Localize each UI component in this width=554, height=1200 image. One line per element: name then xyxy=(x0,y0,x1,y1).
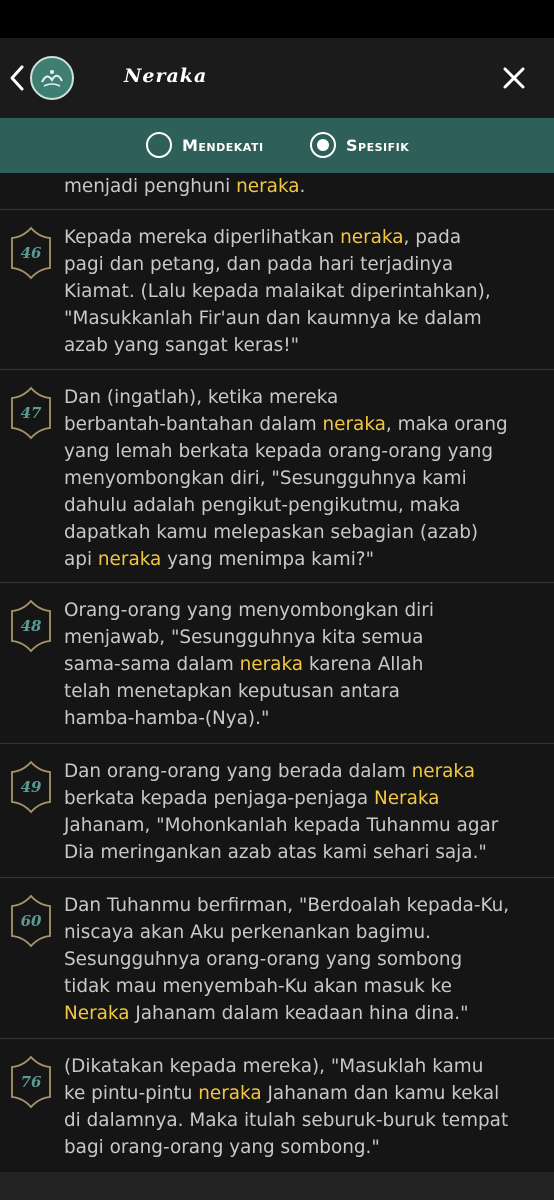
verse-text: Dan (ingatlah), ketika mereka berbantah-… xyxy=(64,387,508,570)
verse-text: menjadi penghuni neraka. xyxy=(64,176,306,197)
verse-number-badge: 49 xyxy=(6,759,56,815)
chevron-left-icon[interactable] xyxy=(6,62,30,94)
verse-number: 47 xyxy=(20,404,42,422)
radio-mendekati-label: Mendekati xyxy=(182,135,264,155)
verse-number: 49 xyxy=(20,778,42,796)
verse-text: Orang-orang yang menyombongkan diri menj… xyxy=(64,600,434,729)
verse-text: Dan Tuhanmu berfirman, "Berdoalah kepada… xyxy=(64,895,510,1024)
verse-number-badge: 76 xyxy=(6,1054,56,1110)
close-icon[interactable] xyxy=(502,66,526,90)
verse-item[interactable]: 76 (Dikatakan kepada mereka), "Masuklah … xyxy=(0,1039,554,1173)
page-title: Neraka xyxy=(124,65,208,87)
search-highlight: neraka xyxy=(322,414,386,435)
radio-spesifik[interactable]: Spesifik xyxy=(310,127,409,163)
verse-number: 48 xyxy=(20,617,42,635)
verse-list[interactable]: menjadi penghuni neraka. 46 Kepada merek… xyxy=(0,173,554,1173)
quran-logo-icon[interactable] xyxy=(30,56,74,100)
verse-item[interactable]: 60 Dan Tuhanmu berfirman, "Berdoalah kep… xyxy=(0,878,554,1039)
search-highlight: Neraka xyxy=(64,1003,130,1024)
search-mode-bar: Mendekati Spesifik xyxy=(0,118,554,173)
status-bar xyxy=(0,0,554,38)
verse-item[interactable]: 47 Dan (ingatlah), ketika mereka berbant… xyxy=(0,370,554,583)
bottom-bar xyxy=(0,1172,554,1200)
search-highlight: neraka xyxy=(198,1083,262,1104)
verse-item[interactable]: 46 Kepada mereka diperlihatkan neraka, p… xyxy=(0,210,554,370)
verse-item[interactable]: 49 Dan orang-orang yang berada dalam ner… xyxy=(0,744,554,878)
verse-number: 46 xyxy=(20,244,42,262)
radio-mendekati-circle xyxy=(146,132,172,158)
radio-spesifik-circle xyxy=(310,132,336,158)
app-bar: Neraka xyxy=(0,38,554,118)
search-highlight: neraka xyxy=(97,549,162,570)
search-highlight: Neraka xyxy=(373,788,440,809)
search-highlight: neraka xyxy=(340,227,404,248)
search-highlight: neraka xyxy=(236,176,300,197)
verse-number: 60 xyxy=(20,912,42,930)
verse-text: (Dikatakan kepada mereka), "Masuklah kam… xyxy=(64,1056,509,1158)
verse-number-badge: 46 xyxy=(6,225,56,281)
search-highlight: neraka xyxy=(239,654,304,675)
verse-item[interactable]: 48 Orang-orang yang menyombongkan diri m… xyxy=(0,583,554,744)
verse-number-badge: 60 xyxy=(6,893,56,949)
verse-number: 76 xyxy=(20,1073,42,1091)
verse-number-badge: 48 xyxy=(6,598,56,654)
radio-mendekati[interactable]: Mendekati xyxy=(146,127,264,163)
verse-text: Kepada mereka diperlihatkan neraka, pada… xyxy=(64,227,491,356)
verse-number-badge: 47 xyxy=(6,385,56,441)
verse-item-partial[interactable]: menjadi penghuni neraka. xyxy=(0,173,554,210)
search-highlight: neraka xyxy=(411,761,476,782)
radio-spesifik-label: Spesifik xyxy=(346,135,410,155)
verse-text: Dan orang-orang yang berada dalam neraka… xyxy=(64,761,499,863)
